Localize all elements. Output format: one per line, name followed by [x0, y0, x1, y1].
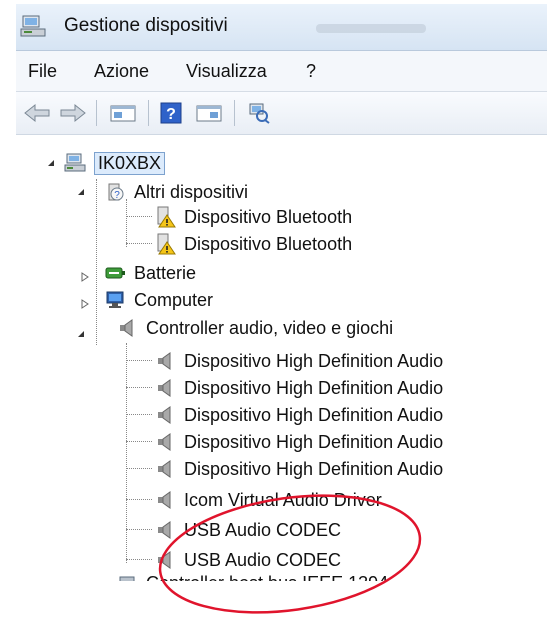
- show-hide-console-tree-icon[interactable]: [106, 101, 140, 125]
- speaker-icon: [154, 431, 176, 453]
- tree-node-batterie[interactable]: Batterie: [104, 259, 196, 287]
- tree-connector: [126, 199, 127, 247]
- tree-connector: [126, 529, 152, 530]
- tree-node-controller-audio[interactable]: Controller audio, video e giochi: [116, 314, 393, 342]
- tree-connector: [126, 216, 152, 217]
- device-manager-icon: [20, 15, 46, 37]
- scan-hardware-icon[interactable]: [244, 101, 274, 125]
- title-bar: Gestione dispositivi: [16, 4, 547, 51]
- node-label: Dispositivo Bluetooth: [184, 206, 353, 227]
- toolbar-separator: [96, 100, 97, 126]
- tree-connector: [126, 243, 152, 244]
- tree-connector: [126, 468, 152, 469]
- speaker-icon: [154, 458, 176, 480]
- controller-icon: [116, 572, 138, 581]
- tree-item-hd-audio[interactable]: Dispositivo High Definition Audio: [154, 455, 443, 483]
- menu-azione[interactable]: Azione: [94, 61, 149, 82]
- window-title: Gestione dispositivi: [64, 15, 228, 36]
- tree-item-hd-audio[interactable]: Dispositivo High Definition Audio: [154, 401, 443, 429]
- node-label: Computer: [134, 289, 214, 310]
- tree-item-icom-virtual-audio[interactable]: Icom Virtual Audio Driver: [154, 486, 382, 514]
- svg-text:?: ?: [166, 106, 176, 123]
- toolbar-separator: [234, 100, 235, 126]
- svg-text:?: ?: [114, 190, 120, 201]
- tree-connector: [126, 343, 127, 563]
- tree-item-usb-audio-codec[interactable]: USB Audio CODEC: [154, 516, 341, 544]
- collapse-arrow-icon[interactable]: [76, 187, 86, 197]
- node-label: Altri dispositivi: [134, 181, 249, 202]
- tree-connector: [126, 360, 152, 361]
- tree-connector: [126, 387, 152, 388]
- tree-item-bluetooth[interactable]: Dispositivo Bluetooth: [154, 203, 352, 231]
- tree-item-bluetooth[interactable]: Dispositivo Bluetooth: [154, 230, 352, 258]
- root-label: IK0XBX: [94, 151, 166, 175]
- tree-connector: [126, 499, 152, 500]
- speaker-icon: [154, 404, 176, 426]
- node-label: Dispositivo High Definition Audio: [184, 431, 444, 452]
- warning-device-icon: [154, 233, 176, 255]
- device-tree: IK0XBX ? Altri dispositivi Dispositivo B…: [16, 135, 547, 581]
- node-label: Dispositivo High Definition Audio: [184, 350, 444, 371]
- node-label: Dispositivo High Definition Audio: [184, 377, 444, 398]
- node-label: Dispositivo Bluetooth: [184, 233, 353, 254]
- speaker-icon: [154, 350, 176, 372]
- warning-device-icon: [154, 206, 176, 228]
- speaker-icon: [154, 489, 176, 511]
- node-label: USB Audio CODEC: [184, 549, 342, 570]
- expand-arrow-icon[interactable]: [80, 299, 90, 309]
- toolbar-separator: [148, 100, 149, 126]
- tree-item-hd-audio[interactable]: Dispositivo High Definition Audio: [154, 374, 443, 402]
- menu-visualizza[interactable]: Visualizza: [186, 61, 267, 82]
- tree-connector: [126, 441, 152, 442]
- expand-arrow-icon[interactable]: [80, 272, 90, 282]
- node-label: Icom Virtual Audio Driver: [184, 489, 382, 510]
- help-icon[interactable]: ?: [158, 101, 184, 125]
- tree-item-hd-audio[interactable]: Dispositivo High Definition Audio: [154, 428, 443, 456]
- collapse-arrow-icon[interactable]: [46, 158, 56, 168]
- menu-file[interactable]: File: [28, 61, 57, 82]
- speaker-icon: [154, 377, 176, 399]
- menu-bar: File Azione Visualizza ?: [16, 51, 547, 92]
- tree-node-computer[interactable]: Computer: [104, 286, 213, 314]
- speaker-icon: [154, 519, 176, 541]
- node-label: Batterie: [134, 262, 197, 283]
- forward-icon[interactable]: [58, 101, 88, 125]
- device-manager-window: Gestione dispositivi File Azione Visuali…: [16, 4, 547, 581]
- tree-item-hd-audio[interactable]: Dispositivo High Definition Audio: [154, 347, 443, 375]
- back-icon[interactable]: [22, 101, 52, 125]
- node-label: Controller audio, video e giochi: [146, 317, 394, 338]
- unknown-device-icon: ?: [104, 181, 126, 203]
- tree-node-ieee1394-partial[interactable]: Controller host bus IEEE 1394: [116, 569, 388, 581]
- blurred-title-text: [316, 24, 426, 33]
- speaker-icon: [154, 549, 176, 571]
- battery-icon: [104, 262, 126, 284]
- computer-icon: [104, 289, 126, 311]
- node-label: Dispositivo High Definition Audio: [184, 404, 444, 425]
- node-label: Controller host bus IEEE 1394: [146, 573, 388, 582]
- tree-connector: [126, 414, 152, 415]
- tree-root[interactable]: IK0XBX: [64, 149, 166, 177]
- tree-connector: [126, 559, 152, 560]
- collapse-arrow-icon[interactable]: [76, 329, 86, 339]
- node-label: USB Audio CODEC: [184, 519, 342, 540]
- computer-host-icon: [64, 152, 86, 174]
- tree-node-altri-dispositivi[interactable]: ? Altri dispositivi: [104, 178, 248, 206]
- menu-help[interactable]: ?: [306, 61, 316, 82]
- action-pane-icon[interactable]: [192, 101, 226, 125]
- speaker-icon: [116, 317, 138, 339]
- node-label: Dispositivo High Definition Audio: [184, 458, 444, 479]
- tree-connector: [96, 179, 97, 345]
- toolbar: ?: [16, 92, 547, 135]
